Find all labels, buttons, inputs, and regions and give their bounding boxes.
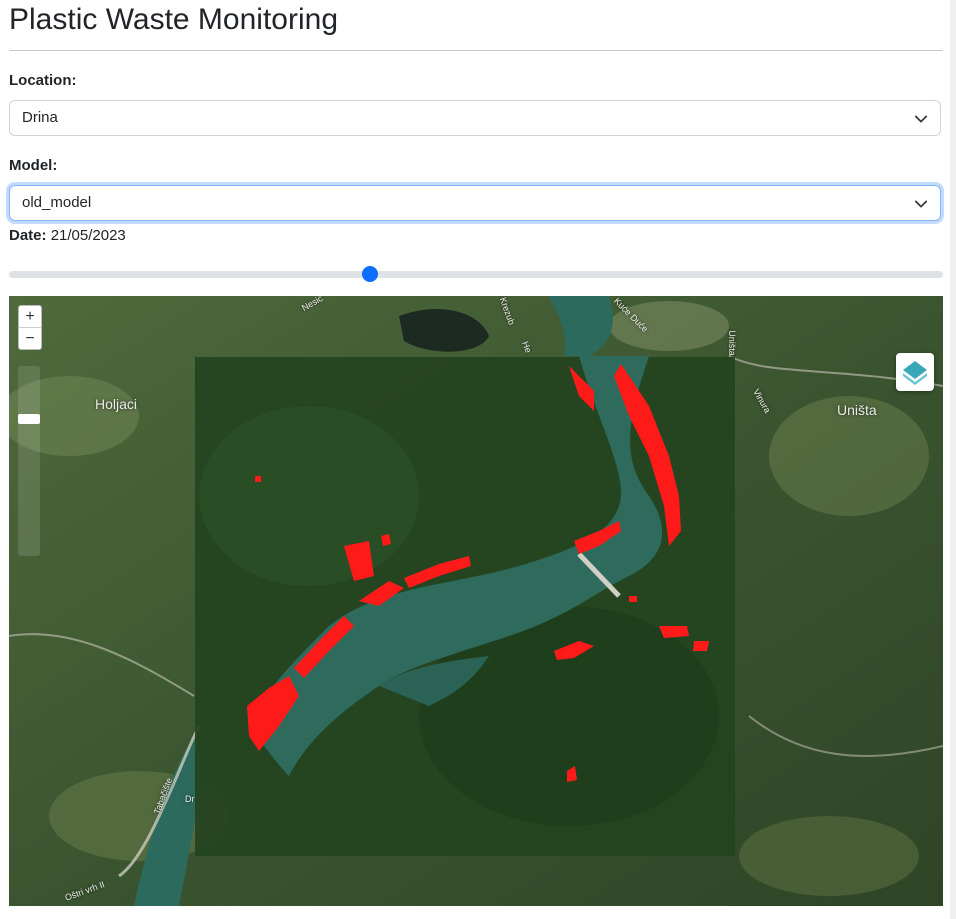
zoom-slider-track[interactable] — [18, 366, 40, 556]
slider-track[interactable] — [9, 271, 943, 278]
date-display: Date: 21/05/2023 — [9, 227, 126, 244]
date-value: 21/05/2023 — [50, 227, 126, 244]
location-select[interactable]: Drina — [9, 100, 941, 136]
model-label: Model: — [9, 157, 58, 174]
location-select-value: Drina — [22, 109, 58, 126]
chevron-down-icon — [914, 115, 928, 123]
date-slider[interactable] — [9, 266, 943, 282]
page-title: Plastic Waste Monitoring — [9, 3, 339, 36]
road-label-unista: Uništa — [726, 330, 737, 356]
layers-button[interactable] — [896, 353, 934, 391]
satellite-imagery — [9, 296, 943, 906]
slider-thumb[interactable] — [362, 266, 379, 282]
place-label-holjaci: Holjaci — [95, 396, 138, 412]
model-select[interactable]: old_model — [9, 185, 941, 221]
zoom-in-icon: + — [25, 308, 35, 325]
page-scrollbar[interactable] — [950, 0, 956, 919]
location-label: Location: — [9, 72, 77, 89]
date-label: Date: — [9, 227, 47, 244]
zoom-slider-handle[interactable] — [18, 414, 40, 424]
map-view[interactable]: Holjaci Uništa Uništa Vinura Tabačište O… — [9, 296, 943, 906]
zoom-in-button[interactable]: + — [19, 306, 41, 327]
zoom-out-icon: − — [25, 330, 35, 347]
divider — [9, 50, 943, 51]
chevron-down-icon — [914, 200, 928, 208]
place-label-dr: Dr — [185, 794, 195, 804]
layers-icon — [903, 361, 927, 385]
zoom-control: + − — [18, 305, 42, 350]
zoom-out-button[interactable]: − — [19, 327, 41, 349]
model-select-value: old_model — [22, 194, 92, 211]
place-label-unista: Uništa — [837, 402, 877, 418]
